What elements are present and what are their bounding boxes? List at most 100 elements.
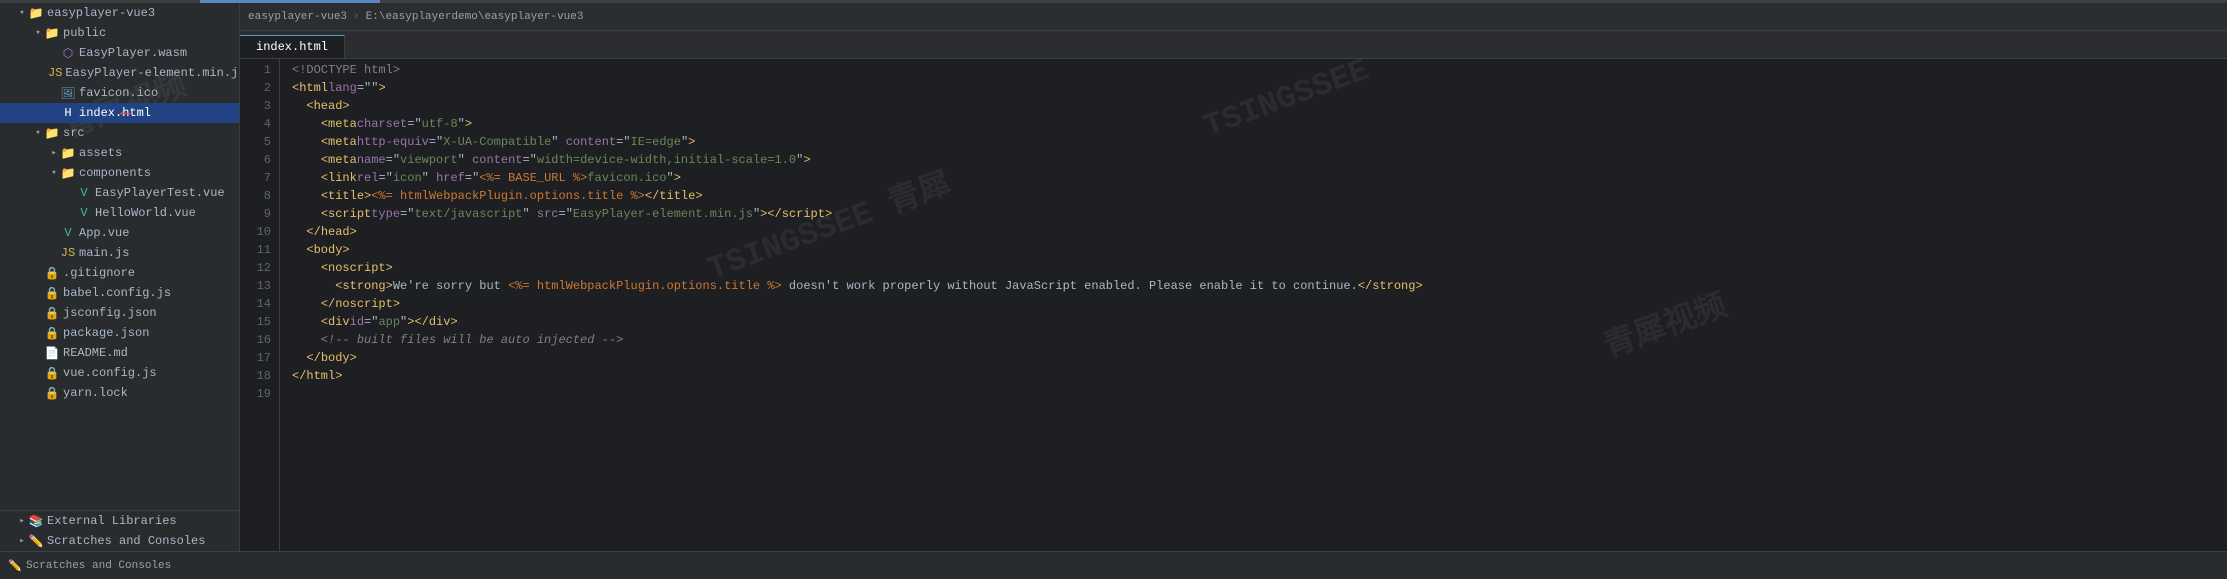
code-editor-content[interactable]: <!DOCTYPE html> <html lang=""> <head> <m… (280, 59, 2227, 551)
js-icon-babel: 🔒 (44, 286, 60, 301)
code-line-4: <meta charset="utf-8"> (292, 115, 2227, 133)
tree-item-favicon[interactable]: 🖼 favicon.ico (0, 83, 239, 103)
tree-item-scratches[interactable]: ✏️ Scratches and Consoles (0, 531, 239, 551)
folder-arrow-scratch (16, 536, 28, 546)
tree-item-components[interactable]: 📁 components (0, 163, 239, 183)
folder-arrow-assets (48, 148, 60, 158)
scratches-label: Scratches and Consoles (26, 560, 171, 572)
tab-indexhtml[interactable]: index.html (240, 35, 345, 58)
ico-icon: 🖼 (60, 86, 76, 101)
code-line-15: <div id="app"></div> (292, 313, 2227, 331)
breadcrumb-project: easyplayer-vue3 (248, 11, 347, 23)
top-scrollbar[interactable] (0, 0, 2227, 3)
js-icon-vueconfig: 🔒 (44, 366, 60, 381)
bottom-bar: ✏️ Scratches and Consoles (0, 551, 2227, 579)
json-icon-1: 🔒 (44, 306, 60, 321)
code-line-9: <script type="text/javascript" src="Easy… (292, 205, 2227, 223)
tree-item-extlibs[interactable]: 📚 External Libraries (0, 511, 239, 531)
wasm-icon: ⬡ (60, 46, 76, 61)
code-line-2: <html lang=""> (292, 79, 2227, 97)
tree-item-babelconfig[interactable]: 🔒 babel.config.js (0, 283, 239, 303)
code-line-3: <head> (292, 97, 2227, 115)
tree-label-yarnlock: yarn.lock (63, 386, 128, 400)
folder-arrow-public (32, 28, 44, 38)
tree-label-public: public (63, 26, 106, 40)
breadcrumb-path: E:\easyplayerdemo\easyplayer-vue3 (366, 11, 584, 23)
json-icon-2: 🔒 (44, 326, 60, 341)
folder-icon-assets: 📁 (60, 146, 76, 161)
tree-label-src: src (63, 126, 85, 140)
code-line-19 (292, 385, 2227, 403)
code-line-8: <title><%= htmlWebpackPlugin.options.tit… (292, 187, 2227, 205)
folder-arrow-src (32, 128, 44, 138)
tree-item-mainjs[interactable]: JS main.js (0, 243, 239, 263)
vue-icon-app: V (60, 226, 76, 240)
js-icon: JS (48, 66, 62, 80)
tree-item-indexhtml[interactable]: H index.html ← (0, 103, 239, 123)
code-line-11: <body> (292, 241, 2227, 259)
folder-arrow-comp (48, 168, 60, 178)
tree-item-readme[interactable]: 📄 README.md (0, 343, 239, 363)
tree-item-easyjs[interactable]: JS EasyPlayer-element.min.js (0, 63, 239, 83)
js-icon-main: JS (60, 246, 76, 260)
md-icon: 📄 (44, 346, 60, 361)
tree-item-vueconfig[interactable]: 🔒 vue.config.js (0, 363, 239, 383)
tree-label-babelconfig: babel.config.js (63, 286, 171, 300)
tree-label-root: easyplayer-vue3 (47, 6, 155, 20)
folder-icon: 📁 (28, 6, 44, 21)
tree-label-assets: assets (79, 146, 122, 160)
tree-label-indexhtml: index.html (79, 106, 151, 120)
tree-item-assets[interactable]: 📁 assets (0, 143, 239, 163)
tree-label-favicon: favicon.ico (79, 86, 158, 100)
tree-item-jsconfig[interactable]: 🔒 jsconfig.json (0, 303, 239, 323)
tree-item-root[interactable]: 📁 easyplayer-vue3 (0, 3, 239, 23)
tree-label-extlibs: External Libraries (47, 514, 177, 528)
code-line-18: </html> (292, 367, 2227, 385)
tree-item-public[interactable]: 📁 public (0, 23, 239, 43)
tree-label-packagejson: package.json (63, 326, 149, 340)
git-icon: 🔒 (44, 266, 60, 281)
tree-label-easyjs: EasyPlayer-element.min.js (65, 66, 240, 80)
tree-item-helloworld[interactable]: V HelloWorld.vue (0, 203, 239, 223)
code-line-13: <strong>We're sorry but <%= htmlWebpackP… (292, 277, 2227, 295)
tree-item-packagejson[interactable]: 🔒 package.json (0, 323, 239, 343)
tree-item-gitignore[interactable]: 🔒 .gitignore (0, 263, 239, 283)
folder-icon-src: 📁 (44, 126, 60, 141)
top-breadcrumb: easyplayer-vue3 › E:\easyplayerdemo\easy… (240, 3, 2227, 31)
scratch-icon: ✏️ (28, 534, 44, 549)
tree-label-readme: README.md (63, 346, 128, 360)
tree-item-src[interactable]: 📁 src (0, 123, 239, 143)
code-line-17: </body> (292, 349, 2227, 367)
editor-area: easyplayer-vue3 › E:\easyplayerdemo\easy… (240, 3, 2227, 551)
tree-item-yarnlock[interactable]: 🔒 yarn.lock (0, 383, 239, 403)
code-line-7: <link rel="icon" href="<%= BASE_URL %>fa… (292, 169, 2227, 187)
code-line-12: <noscript> (292, 259, 2227, 277)
lib-icon: 📚 (28, 514, 44, 529)
scrollbar-thumb[interactable] (200, 0, 380, 3)
tree-label-easywasm: EasyPlayer.wasm (79, 46, 187, 60)
project-tree: 📁 easyplayer-vue3 📁 public ⬡ EasyPlayer.… (0, 3, 240, 551)
tree-item-easywasm[interactable]: ⬡ EasyPlayer.wasm (0, 43, 239, 63)
tree-label-gitignore: .gitignore (63, 266, 135, 280)
bottom-scratches[interactable]: ✏️ Scratches and Consoles (8, 559, 171, 573)
code-line-5: <meta http-equiv="X-UA-Compatible" conte… (292, 133, 2227, 151)
tree-item-easyplayertest[interactable]: V EasyPlayerTest.vue (0, 183, 239, 203)
folder-icon-public: 📁 (44, 26, 60, 41)
code-line-6: <meta name="viewport" content="width=dev… (292, 151, 2227, 169)
scratches-icon: ✏️ (8, 559, 22, 573)
tree-label-jsconfig: jsconfig.json (63, 306, 157, 320)
folder-arrow-extlibs (16, 516, 28, 526)
tree-label-mainjs: main.js (79, 246, 129, 260)
code-line-1: <!DOCTYPE html> (292, 61, 2227, 79)
tree-label-helloworld: HelloWorld.vue (95, 206, 196, 220)
code-line-14: </noscript> (292, 295, 2227, 313)
tree-label-vueconfig: vue.config.js (63, 366, 157, 380)
folder-arrow (16, 8, 28, 18)
vue-icon-1: V (76, 186, 92, 200)
red-arrow-indicator: ← (120, 101, 132, 124)
html-icon: H (60, 106, 76, 120)
line-numbers: 1 2 3 4 5 6 7 8 9 10 11 12 13 14 15 16 1… (240, 59, 280, 551)
vue-icon-2: V (76, 206, 92, 220)
tree-item-appvue[interactable]: V App.vue (0, 223, 239, 243)
tree-label-scratches: Scratches and Consoles (47, 534, 205, 548)
